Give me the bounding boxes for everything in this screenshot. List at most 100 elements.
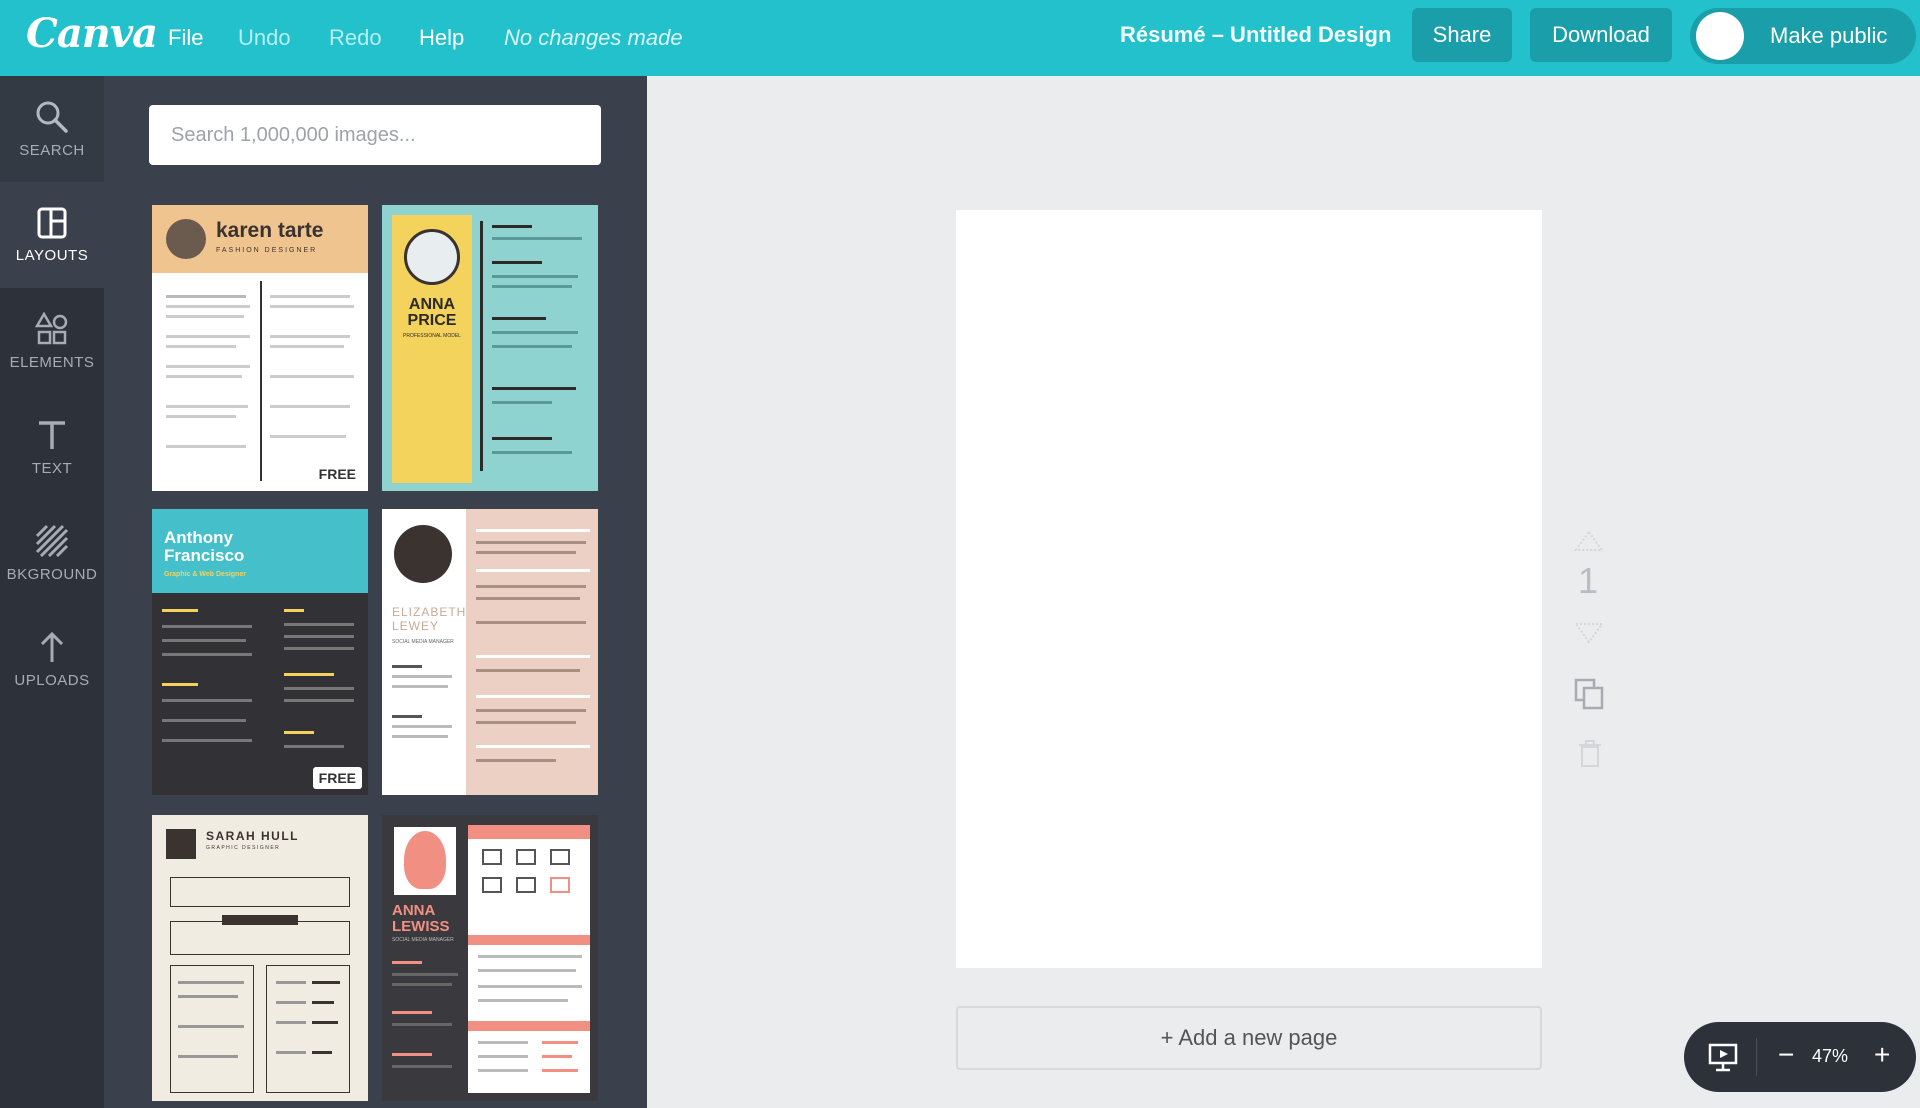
timeline [480, 221, 483, 471]
upload-icon [40, 631, 64, 662]
sidebar-item-elements[interactable]: ELEMENTS [0, 288, 104, 394]
avatar [404, 831, 446, 889]
sidebar-item-search[interactable]: SEARCH [0, 76, 104, 182]
text-line [276, 1021, 306, 1024]
text-line [478, 985, 582, 988]
text-line [478, 1069, 528, 1072]
text-line [476, 721, 576, 724]
skill-dots [542, 1055, 572, 1058]
text-line [392, 983, 452, 986]
template-elizabeth-lewey[interactable]: ELIZABETH LEWEY SOCIAL MEDIA MANAGER [382, 509, 598, 795]
text-line [476, 695, 590, 698]
move-page-up-icon[interactable] [1574, 530, 1604, 552]
sidebar-label-search: SEARCH [19, 141, 85, 159]
free-badge: FREE [312, 463, 362, 485]
menu-undo[interactable]: Undo [238, 25, 291, 51]
document-title[interactable]: Résumé – Untitled Design [1120, 22, 1391, 48]
toggle-knob [1696, 12, 1744, 60]
zoom-in-button[interactable]: + [1874, 1040, 1890, 1070]
canva-logo[interactable]: Canva [26, 10, 158, 57]
text-line [476, 655, 590, 658]
section-header [222, 915, 298, 925]
text-line [392, 1053, 432, 1056]
avatar [166, 219, 206, 259]
text-line [478, 955, 582, 958]
skill-bar [312, 1051, 332, 1054]
text-line [166, 445, 246, 448]
template-sarah-hull[interactable]: SARAH HULL GRAPHIC DESIGNER [152, 815, 368, 1101]
text-line [166, 415, 236, 418]
text-line [392, 715, 422, 718]
move-page-down-icon[interactable] [1574, 622, 1604, 644]
template-role: Graphic & Web Designer [164, 571, 246, 578]
template-name: SARAH HULL [206, 829, 299, 843]
text-line [162, 653, 252, 656]
text-line [270, 405, 350, 408]
share-button[interactable]: Share [1412, 8, 1512, 62]
sidebar-item-layouts[interactable]: LAYOUTS [0, 182, 104, 288]
zoom-separator [1756, 1038, 1757, 1076]
duplicate-page-icon[interactable] [1574, 678, 1604, 710]
template-role: FASHION DESIGNER [216, 247, 318, 254]
experience-box [170, 965, 254, 1093]
text-line [162, 683, 198, 686]
text-line [284, 609, 304, 612]
text-line [392, 665, 422, 668]
icon-placeholder [550, 877, 570, 893]
sidebar-item-background[interactable]: BKGROUND [0, 500, 104, 606]
icon-placeholder [516, 877, 536, 893]
skills-box [266, 965, 350, 1093]
design-page[interactable] [956, 210, 1542, 968]
template-body [468, 825, 590, 1093]
text-line [476, 621, 586, 624]
text-line [166, 375, 242, 378]
template-name: karen tarte [216, 219, 324, 242]
sidebar-item-uploads[interactable]: UPLOADS [0, 606, 104, 712]
text-line [476, 709, 586, 712]
make-public-toggle[interactable]: Make public [1690, 8, 1916, 64]
delete-page-icon[interactable] [1578, 740, 1602, 768]
text-line [270, 345, 344, 348]
text-line [162, 719, 246, 722]
menu-redo[interactable]: Redo [329, 25, 382, 51]
text-line [166, 335, 250, 338]
sidebar-label-text: TEXT [31, 459, 73, 477]
zoom-out-button[interactable]: − [1778, 1040, 1794, 1070]
text-line [166, 295, 246, 298]
text-line [276, 1051, 306, 1054]
skill-bar [312, 1001, 334, 1004]
text-line [392, 685, 448, 688]
zoom-controls: − 47% + [1684, 1022, 1916, 1092]
add-new-page-button[interactable]: + Add a new page [956, 1006, 1542, 1070]
skill-dots [542, 1041, 578, 1044]
presentation-mode-icon[interactable] [1708, 1042, 1738, 1072]
text-line [178, 981, 244, 984]
sidebar: SEARCH LAYOUTS ELEMENTS TEXT BKGROUND UP… [0, 76, 104, 1108]
template-karen-tarte[interactable]: karen tarte FASHION DESIGNER FREE [152, 205, 368, 491]
sidebar-item-text[interactable]: TEXT [0, 394, 104, 500]
template-anthony-francisco[interactable]: Anthony Francisco Graphic & Web Designer… [152, 509, 368, 795]
template-anna-lewiss[interactable]: ANNA LEWISS SOCIAL MEDIA MANAGER [382, 815, 598, 1101]
menu-file[interactable]: File [168, 25, 203, 51]
text-line [492, 225, 532, 228]
text-line [276, 1001, 306, 1004]
text-line [166, 315, 244, 318]
text-line [162, 639, 246, 642]
sidebar-label-layouts: LAYOUTS [15, 246, 89, 264]
menu-help[interactable]: Help [419, 25, 464, 51]
text-line [276, 981, 306, 984]
text-line [492, 345, 572, 348]
image-search-input[interactable] [149, 105, 601, 165]
top-bar: Canva File Undo Redo Help No changes mad… [0, 0, 1920, 76]
download-button[interactable]: Download [1530, 8, 1672, 62]
save-status: No changes made [504, 25, 683, 50]
template-anna-price[interactable]: ANNA PRICE PROFESSIONAL MODEL [382, 205, 598, 491]
text-line [492, 317, 546, 320]
text-line [162, 609, 198, 612]
text-line [392, 1011, 432, 1014]
template-role: SOCIAL MEDIA MANAGER [392, 639, 454, 645]
text-line [270, 435, 346, 438]
text-line [284, 745, 344, 748]
text-line [162, 699, 252, 702]
text-line [476, 597, 580, 600]
